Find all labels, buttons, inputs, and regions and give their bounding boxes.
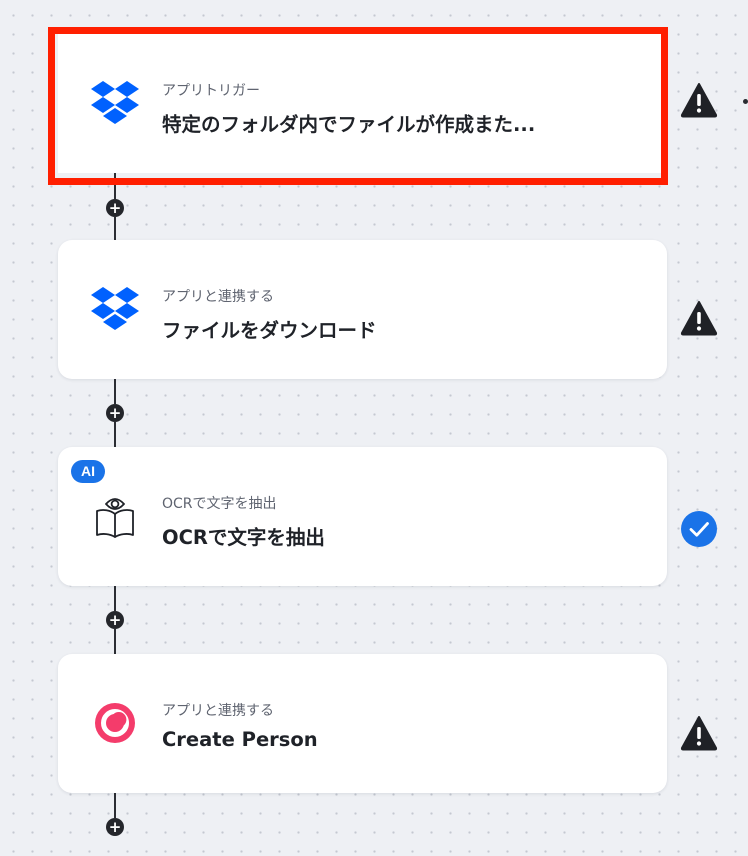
warning-icon[interactable] — [680, 299, 718, 337]
add-step-button[interactable]: + — [106, 611, 124, 629]
step-kicker: アプリトリガー — [162, 83, 260, 99]
connector-line — [114, 422, 116, 447]
step-kicker: OCRで文字を抽出 — [162, 496, 277, 512]
warning-icon[interactable] — [680, 81, 718, 119]
step-title: Create Person — [162, 728, 318, 751]
step-title: 特定のフォルダ内でファイルが作成また... — [162, 113, 536, 136]
warning-icon[interactable] — [680, 714, 718, 752]
step-card-create-person[interactable]: アプリと連携する Create Person — [58, 654, 667, 793]
dropbox-icon — [88, 284, 142, 334]
connector-line — [114, 586, 116, 611]
connector-line — [114, 793, 116, 818]
step-kicker: アプリと連携する — [162, 289, 274, 305]
connector-line — [114, 379, 116, 404]
edge-handle[interactable] — [743, 99, 748, 104]
step-card-download[interactable]: アプリと連携する ファイルをダウンロード — [58, 240, 667, 379]
step-card-ocr[interactable]: OCRで文字を抽出 OCRで文字を抽出 — [58, 447, 667, 586]
connector-line — [114, 217, 116, 240]
step-title: OCRで文字を抽出 — [162, 526, 325, 549]
add-step-button[interactable]: + — [106, 818, 124, 836]
step-card-trigger[interactable]: アプリトリガー 特定のフォルダ内でファイルが作成また... — [58, 34, 667, 173]
connector-line — [114, 171, 116, 199]
add-step-button[interactable]: + — [106, 199, 124, 217]
check-circle-icon[interactable] — [680, 510, 718, 548]
step-title: ファイルをダウンロード — [162, 319, 377, 342]
ocr-book-eye-icon — [88, 491, 142, 541]
add-step-button[interactable]: + — [106, 404, 124, 422]
step-kicker: アプリと連携する — [162, 703, 274, 719]
ai-badge: AI — [71, 460, 105, 483]
connector-line — [114, 629, 116, 654]
copper-crm-icon — [88, 698, 142, 748]
dropbox-icon — [88, 78, 142, 128]
workflow-canvas: + + + + アプリトリガー 特定のフォルダ内でファイルが作成また... アプ… — [0, 0, 748, 856]
